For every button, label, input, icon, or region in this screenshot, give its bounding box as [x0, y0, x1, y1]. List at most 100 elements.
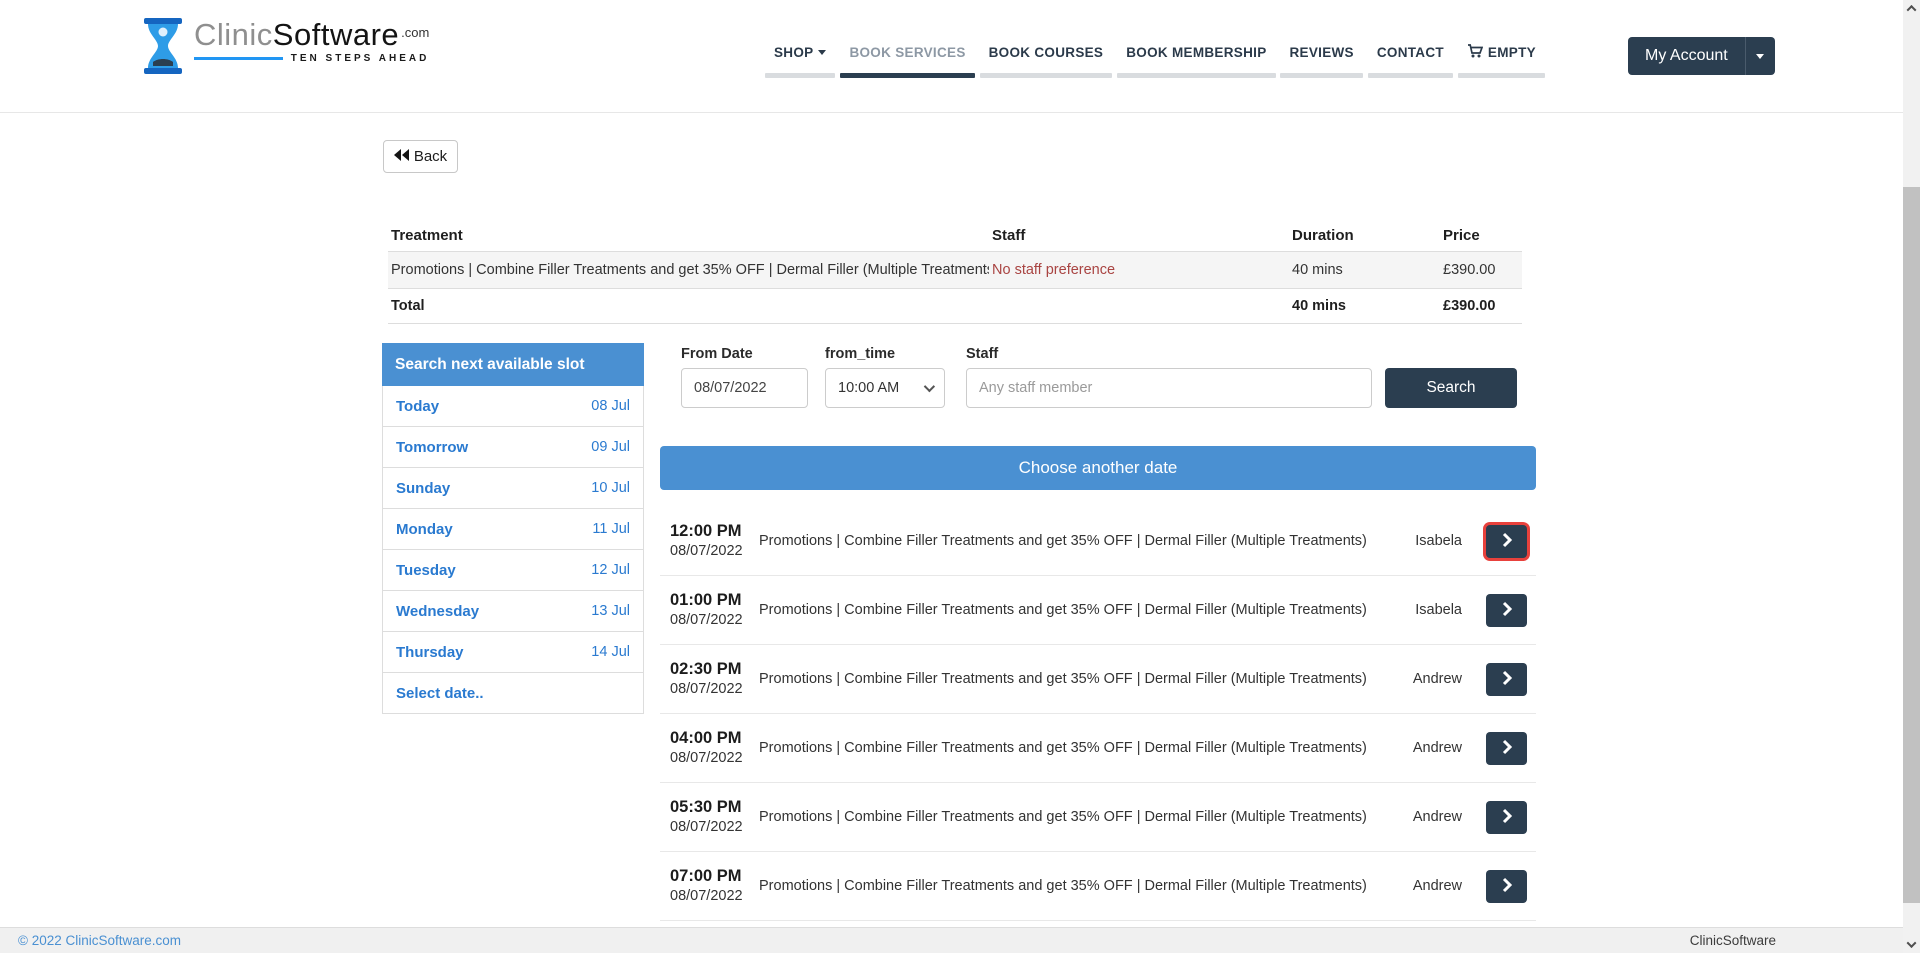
slot-panel-item-select-date[interactable]: Select date.. — [382, 673, 644, 714]
slot-staff: Isabela — [1415, 533, 1462, 549]
from-time-group: from_time 10:00 AM — [825, 346, 945, 408]
slot-time: 05:30 PM — [670, 797, 759, 818]
nav-item-shop[interactable]: SHOP — [763, 44, 837, 78]
logo-tagline: TEN STEPS AHEAD — [291, 53, 430, 64]
book-slot-button[interactable] — [1486, 870, 1527, 903]
slot-panel-item-wednesday[interactable]: Wednesday 13 Jul — [382, 591, 644, 632]
vertical-scrollbar[interactable] — [1903, 0, 1920, 953]
total-price: £390.00 — [1440, 298, 1522, 314]
slot-treatment: Promotions | Combine Filler Treatments a… — [759, 809, 1413, 825]
from-time-label: from_time — [825, 346, 945, 363]
slot-row: 01:00 PM 08/07/2022 Promotions | Combine… — [660, 576, 1536, 645]
slot-date: 08/07/2022 — [670, 818, 759, 837]
slot-treatment: Promotions | Combine Filler Treatments a… — [759, 671, 1413, 687]
order-treatment-name: Promotions | Combine Filler Treatments a… — [388, 262, 989, 278]
slot-treatment: Promotions | Combine Filler Treatments a… — [759, 533, 1415, 549]
slot-panel-title: Search next available slot — [382, 343, 644, 386]
chevron-right-icon — [1502, 670, 1512, 689]
available-slots-list: 12:00 PM 08/07/2022 Promotions | Combine… — [660, 507, 1536, 921]
col-header-staff: Staff — [989, 227, 1289, 244]
book-slot-button[interactable] — [1486, 525, 1527, 558]
order-price: £390.00 — [1440, 262, 1522, 278]
slot-treatment: Promotions | Combine Filler Treatments a… — [759, 878, 1413, 894]
staff-label: Staff — [966, 346, 1372, 363]
slot-panel-item-tomorrow[interactable]: Tomorrow 09 Jul — [382, 427, 644, 468]
select-caret-icon — [924, 381, 935, 392]
slot-row: 07:00 PM 08/07/2022 Promotions | Combine… — [660, 852, 1536, 921]
nav-item-book-courses[interactable]: BOOK COURSES — [978, 44, 1115, 78]
slot-date: 08/07/2022 — [670, 749, 759, 768]
slot-time: 12:00 PM — [670, 521, 759, 542]
slot-date: 08/07/2022 — [670, 611, 759, 630]
caret-down-icon — [1756, 54, 1764, 59]
order-table-row: Promotions | Combine Filler Treatments a… — [388, 251, 1522, 288]
slot-staff: Andrew — [1413, 809, 1462, 825]
slot-panel-item-today[interactable]: Today 08 Jul — [382, 386, 644, 427]
scroll-up-button[interactable] — [1903, 0, 1920, 17]
search-button[interactable]: Search — [1385, 368, 1517, 408]
footer-brand-text: ClinicSoftware — [1690, 933, 1776, 948]
copyright-link[interactable]: © 2022 ClinicSoftware.com — [18, 933, 181, 948]
from-time-value: 10:00 AM — [838, 380, 899, 396]
staff-input[interactable] — [966, 368, 1372, 408]
scroll-down-arrow-icon — [1907, 938, 1917, 948]
booking-page: ClinicSoftware.com TEN STEPS AHEAD SHOP … — [0, 0, 1920, 953]
logo-rule — [194, 57, 283, 60]
rewind-back-icon — [394, 148, 409, 165]
book-slot-button[interactable] — [1486, 732, 1527, 765]
slot-time: 07:00 PM — [670, 866, 759, 887]
nav-item-reviews[interactable]: REVIEWS — [1278, 44, 1364, 78]
clinicsoftware-logo[interactable]: ClinicSoftware.com TEN STEPS AHEAD — [140, 18, 429, 79]
site-header: ClinicSoftware.com TEN STEPS AHEAD SHOP … — [0, 0, 1920, 113]
chevron-right-icon — [1502, 601, 1512, 620]
slot-panel-item-tuesday[interactable]: Tuesday 12 Jul — [382, 550, 644, 591]
book-slot-button[interactable] — [1486, 801, 1527, 834]
nav-item-book-membership[interactable]: BOOK MEMBERSHIP — [1115, 44, 1277, 78]
slot-staff: Andrew — [1413, 878, 1462, 894]
next-available-slot-panel: Search next available slot Today 08 Jul … — [382, 343, 644, 714]
col-header-price: Price — [1440, 227, 1522, 244]
slot-staff: Andrew — [1413, 671, 1462, 687]
back-button[interactable]: Back — [383, 140, 458, 173]
slot-staff: Isabela — [1415, 602, 1462, 618]
choose-another-date-button[interactable]: Choose another date — [660, 446, 1536, 490]
slot-treatment: Promotions | Combine Filler Treatments a… — [759, 602, 1415, 618]
slot-date: 08/07/2022 — [670, 887, 759, 906]
from-date-group: From Date — [681, 346, 808, 408]
cart-icon — [1467, 44, 1483, 61]
scroll-up-arrow-icon — [1907, 5, 1917, 15]
book-slot-button[interactable] — [1486, 594, 1527, 627]
slot-row: 02:30 PM 08/07/2022 Promotions | Combine… — [660, 645, 1536, 714]
slot-panel-item-monday[interactable]: Monday 11 Jul — [382, 509, 644, 550]
scroll-down-button[interactable] — [1903, 936, 1920, 953]
my-account-button-group: My Account — [1628, 37, 1775, 75]
chevron-right-icon — [1502, 739, 1512, 758]
chevron-right-icon — [1502, 877, 1512, 896]
slot-time: 02:30 PM — [670, 659, 759, 680]
my-account-button[interactable]: My Account — [1628, 37, 1745, 75]
from-date-label: From Date — [681, 346, 808, 363]
main-nav: SHOP BOOK SERVICES BOOK COURSES BOOK MEM… — [763, 44, 1547, 78]
nav-item-cart-empty[interactable]: EMPTY — [1456, 44, 1547, 78]
col-header-duration: Duration — [1289, 227, 1440, 244]
slot-row: 04:00 PM 08/07/2022 Promotions | Combine… — [660, 714, 1536, 783]
from-time-select[interactable]: 10:00 AM — [825, 368, 945, 408]
slot-date: 08/07/2022 — [670, 680, 759, 699]
total-duration: 40 mins — [1289, 298, 1440, 314]
slot-row: 12:00 PM 08/07/2022 Promotions | Combine… — [660, 507, 1536, 576]
slot-panel-item-sunday[interactable]: Sunday 10 Jul — [382, 468, 644, 509]
book-slot-button[interactable] — [1486, 663, 1527, 696]
order-staff-preference: No staff preference — [989, 262, 1289, 278]
nav-item-contact[interactable]: CONTACT — [1366, 44, 1455, 78]
order-duration: 40 mins — [1289, 262, 1440, 278]
my-account-dropdown-toggle[interactable] — [1745, 37, 1775, 75]
caret-down-icon — [818, 50, 826, 55]
scrollbar-thumb[interactable] — [1903, 187, 1920, 903]
slot-time: 01:00 PM — [670, 590, 759, 611]
chevron-right-icon — [1502, 532, 1512, 551]
slot-panel-item-thursday[interactable]: Thursday 14 Jul — [382, 632, 644, 673]
hourglass-logo-icon — [140, 18, 186, 79]
chevron-right-icon — [1502, 808, 1512, 827]
nav-item-book-services[interactable]: BOOK SERVICES — [838, 44, 976, 78]
from-date-input[interactable] — [681, 368, 808, 408]
